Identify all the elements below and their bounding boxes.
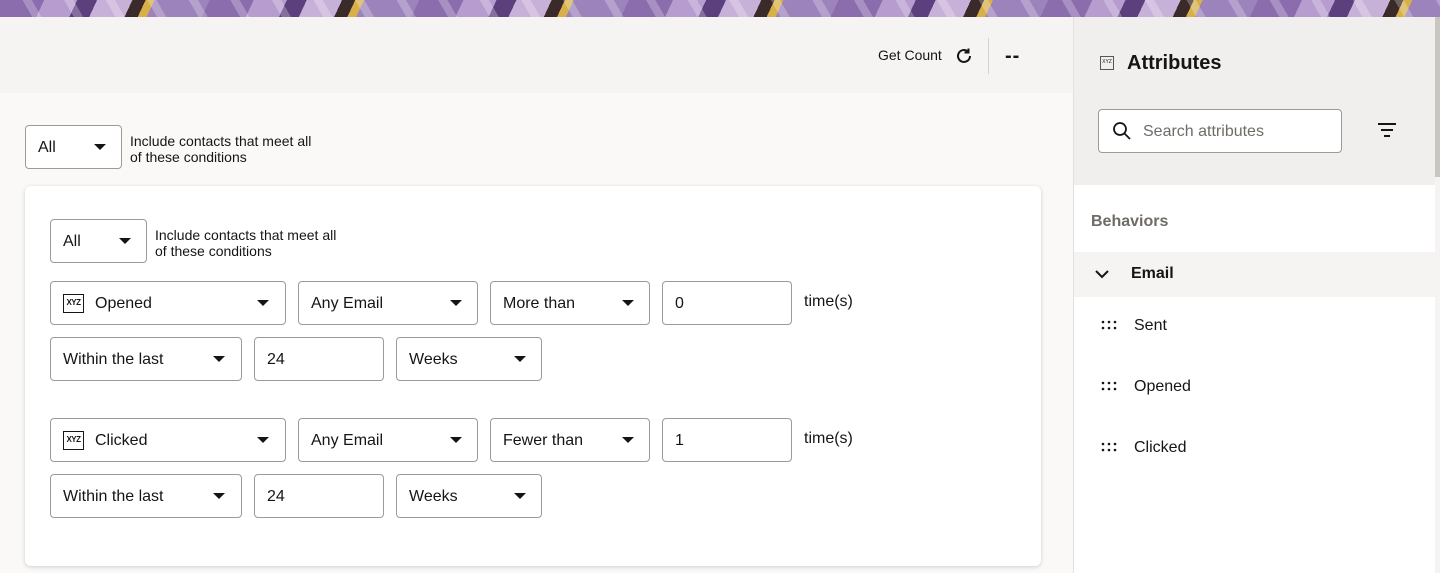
attributes-panel: XYZ Attributes Behaviors Email Sent <box>1073 17 1440 573</box>
attribute-item-label: Opened <box>1134 378 1191 395</box>
attribute-item-label: Sent <box>1134 317 1167 334</box>
refresh-icon[interactable] <box>954 46 974 66</box>
chevron-down-icon <box>514 493 526 499</box>
attributes-panel-header: XYZ Attributes <box>1074 17 1435 185</box>
xyz-icon: XYZ <box>63 431 84 450</box>
count-input[interactable]: 0 <box>662 281 792 325</box>
chevron-down-icon <box>119 238 131 244</box>
timeframe-select[interactable]: Within the last <box>50 474 242 518</box>
chevron-down-icon <box>257 437 269 443</box>
attribute-item-opened[interactable]: Opened <box>1074 369 1435 409</box>
condition-attribute-value: Opened <box>95 295 152 312</box>
condition-attribute-select[interactable]: XYZ Opened <box>50 281 286 325</box>
drag-handle-icon[interactable] <box>1101 320 1117 330</box>
get-count-button[interactable]: Get Count <box>878 47 942 63</box>
period-unit-value: Weeks <box>409 351 458 368</box>
search-input[interactable] <box>1143 121 1333 143</box>
period-value: 24 <box>267 351 285 368</box>
chevron-down-icon <box>94 144 106 150</box>
operator-select[interactable]: More than <box>490 281 650 325</box>
period-value-input[interactable]: 24 <box>254 337 384 381</box>
behaviors-section-label: Behaviors <box>1091 213 1169 230</box>
count-value: -- <box>1005 45 1021 67</box>
panel-scrollbar-thumb[interactable] <box>1435 17 1440 177</box>
chevron-down-icon <box>1095 270 1109 279</box>
outer-match-select[interactable]: All <box>25 125 122 169</box>
attribute-item-label: Clicked <box>1134 439 1187 456</box>
email-value: Any Email <box>311 295 384 312</box>
timeframe-select[interactable]: Within the last <box>50 337 242 381</box>
outer-match-value: All <box>38 139 56 156</box>
chevron-down-icon <box>450 437 462 443</box>
chevron-down-icon <box>514 356 526 362</box>
chevron-down-icon <box>257 300 269 306</box>
attributes-title: Attributes <box>1127 52 1222 74</box>
search-box[interactable] <box>1098 109 1342 153</box>
search-icon <box>1113 122 1131 140</box>
email-value: Any Email <box>311 432 384 449</box>
outer-helper-text: Include contacts that meet all of these … <box>130 133 312 165</box>
chevron-down-icon <box>622 300 634 306</box>
email-select[interactable]: Any Email <box>298 281 478 325</box>
chevron-down-icon <box>450 300 462 306</box>
inner-match-select[interactable]: All <box>50 219 147 263</box>
condition-group-card: All Include contacts that meet all of th… <box>25 186 1041 566</box>
times-label: time(s) <box>804 430 853 447</box>
operator-select[interactable]: Fewer than <box>490 418 650 462</box>
drag-handle-icon[interactable] <box>1101 381 1117 391</box>
count-input[interactable]: 1 <box>662 418 792 462</box>
decorative-banner <box>0 0 1440 17</box>
timeframe-value: Within the last <box>63 488 164 505</box>
chevron-down-icon <box>213 356 225 362</box>
email-select[interactable]: Any Email <box>298 418 478 462</box>
inner-helper-text: Include contacts that meet all of these … <box>155 227 337 259</box>
count-input-value: 1 <box>675 432 684 449</box>
condition-attribute-select[interactable]: XYZ Clicked <box>50 418 286 462</box>
operator-value: More than <box>503 295 576 312</box>
xyz-icon: XYZ <box>1100 56 1114 70</box>
period-value-input[interactable]: 24 <box>254 474 384 518</box>
times-label: time(s) <box>804 293 853 310</box>
inner-match-value: All <box>63 233 81 250</box>
segment-editor: Get Count -- All Include contacts that m… <box>0 17 1073 573</box>
condition-attribute-value: Clicked <box>95 432 148 449</box>
timeframe-value: Within the last <box>63 351 164 368</box>
chevron-down-icon <box>622 437 634 443</box>
period-value: 24 <box>267 488 285 505</box>
xyz-icon: XYZ <box>63 294 84 313</box>
filter-icon[interactable] <box>1376 121 1398 139</box>
chevron-down-icon <box>213 493 225 499</box>
email-group-label: Email <box>1131 265 1174 282</box>
count-input-value: 0 <box>675 295 684 312</box>
count-toolbar: Get Count -- <box>0 17 1073 93</box>
attribute-item-sent[interactable]: Sent <box>1074 308 1435 348</box>
operator-value: Fewer than <box>503 432 584 449</box>
period-unit-select[interactable]: Weeks <box>396 474 542 518</box>
toolbar-divider <box>988 38 989 74</box>
drag-handle-icon[interactable] <box>1101 442 1117 452</box>
email-group-toggle[interactable]: Email <box>1074 252 1435 297</box>
period-unit-value: Weeks <box>409 488 458 505</box>
period-unit-select[interactable]: Weeks <box>396 337 542 381</box>
attribute-item-clicked[interactable]: Clicked <box>1074 430 1435 470</box>
